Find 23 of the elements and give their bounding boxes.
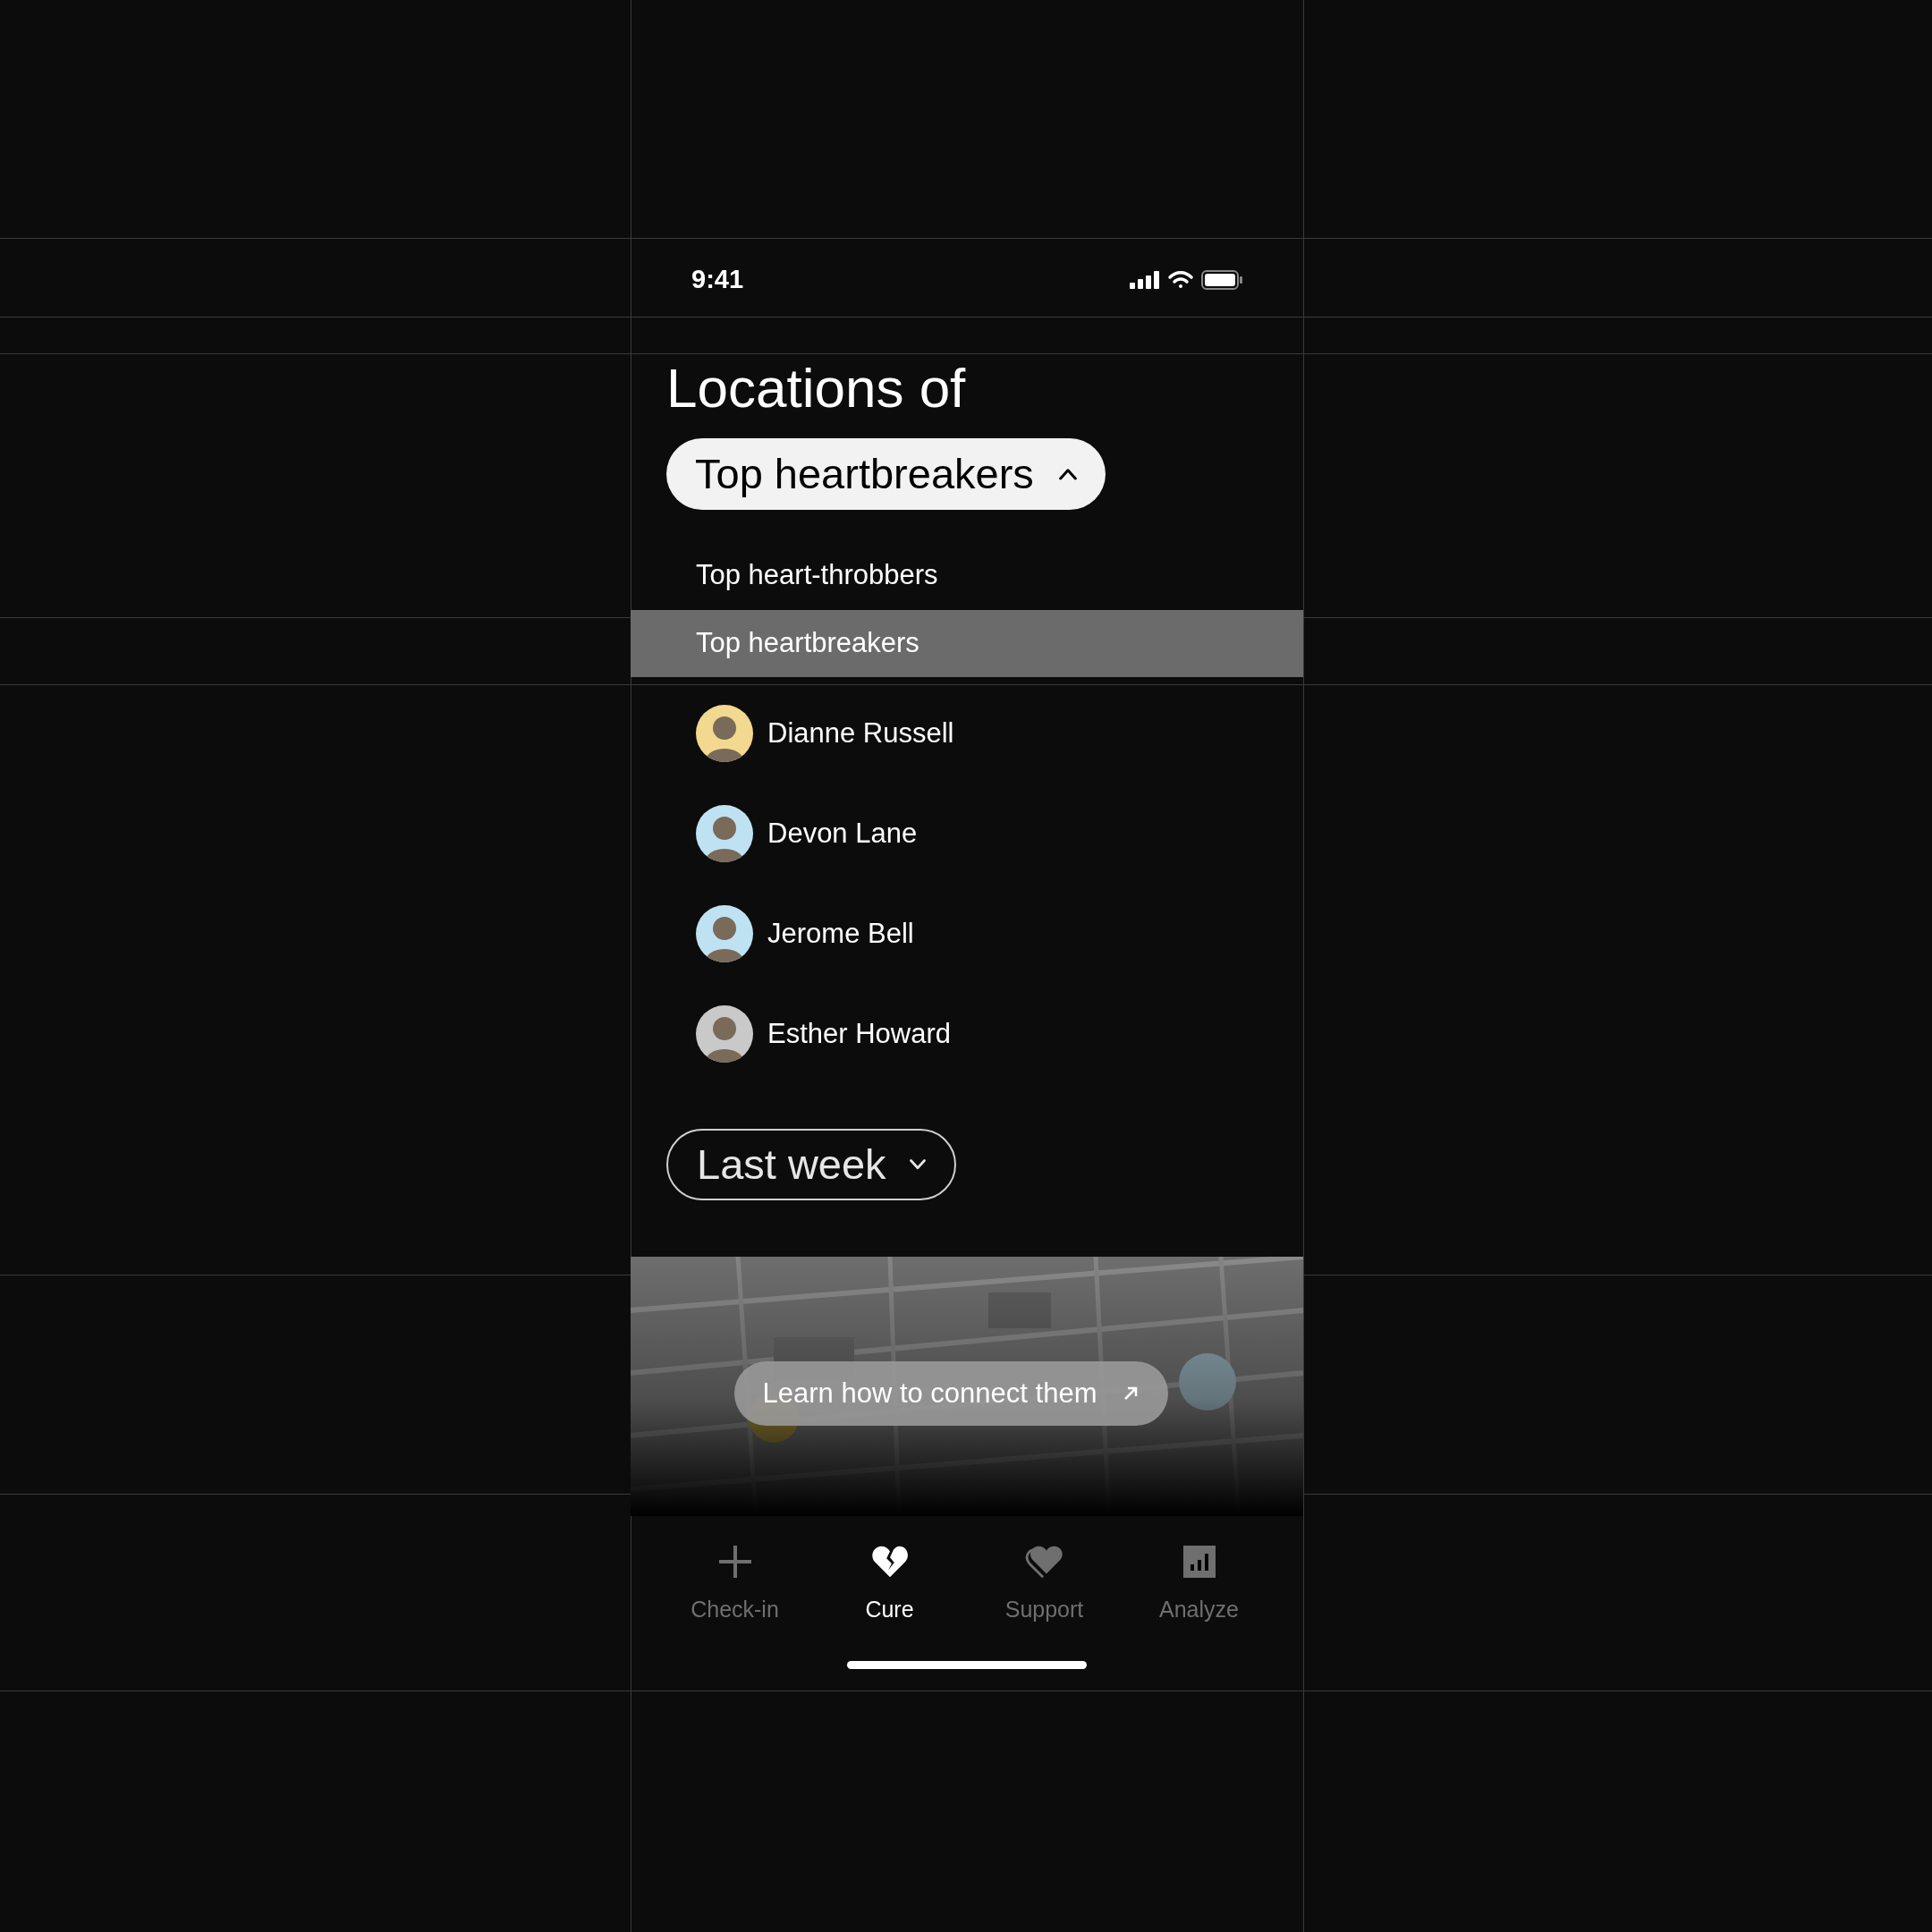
tab-bar-item[interactable]: Support (977, 1543, 1112, 1627)
person-name[interactable]: Devon Lane (767, 812, 918, 855)
bar-chart-icon (1182, 1546, 1216, 1578)
status-time: 9:41 (691, 264, 744, 296)
hearts-icon (1023, 1544, 1065, 1580)
tab-bar-item[interactable]: Check-in (667, 1543, 802, 1627)
caret-icon (1058, 468, 1077, 480)
wifi-icon (1167, 270, 1194, 290)
signal-icon (1130, 271, 1160, 289)
category-dropdown[interactable]: Top heartbreakers (666, 438, 1106, 510)
page-title: Locations of (665, 356, 967, 420)
period-dropdown[interactable]: Last week (666, 1129, 956, 1200)
tab-bar-item[interactable]: Cure (822, 1543, 957, 1627)
broken-heart-icon (870, 1544, 909, 1580)
person-name[interactable]: Dianne Russell (767, 712, 954, 755)
battery-icon (1201, 270, 1242, 290)
plus-icon (716, 1544, 753, 1580)
caret-icon (909, 1159, 926, 1170)
person-name[interactable]: Esther Howard (767, 1013, 952, 1055)
tab-bar-item[interactable]: Analyze (1131, 1543, 1267, 1627)
dropdown-option[interactable]: Top heartbreakers (631, 610, 1303, 677)
dropdown-option[interactable]: Top heart-throbbers (631, 542, 1303, 609)
person-name[interactable]: Jerome Bell (767, 912, 914, 955)
